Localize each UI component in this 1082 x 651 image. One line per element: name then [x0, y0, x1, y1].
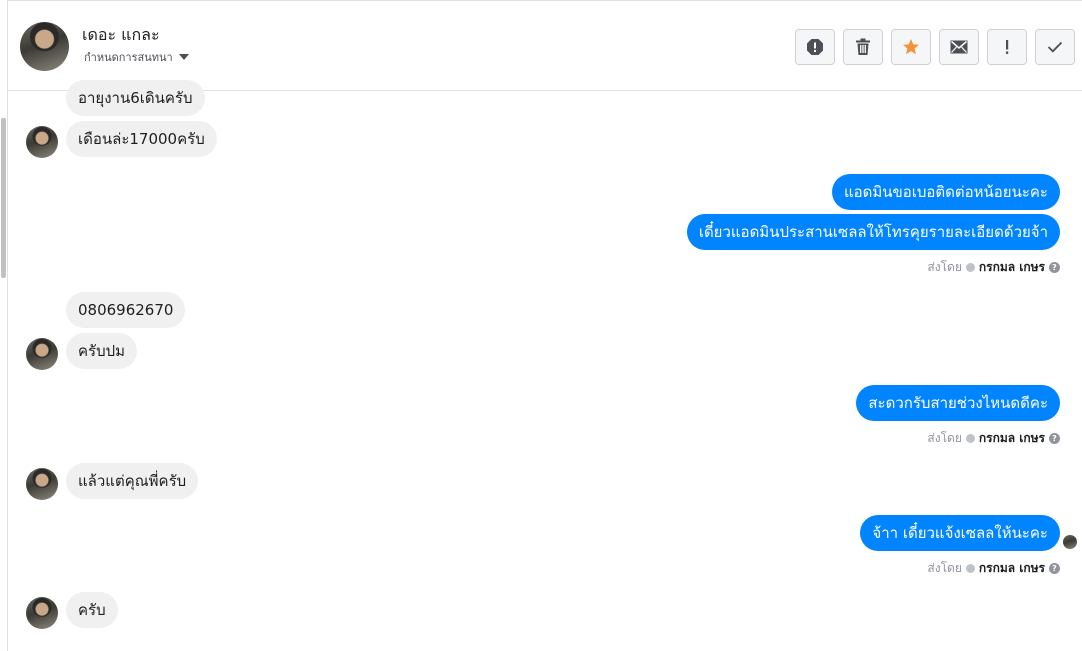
message-incoming[interactable]: เดือนล่ะ17000ครับ [66, 121, 217, 157]
help-icon[interactable]: ? [1049, 262, 1060, 273]
seen-receipt-avatar [1063, 535, 1077, 549]
message-outgoing[interactable]: สะดวกรับสายช่วงไหนดดีคะ [856, 385, 1060, 421]
sent-by-label: ส่งโดย กรกมล เกษร ? [927, 429, 1060, 448]
message-incoming[interactable]: ครับ [66, 592, 118, 628]
message-incoming[interactable]: แล้วแต่คุณพี่ครับ [66, 463, 199, 499]
message-outgoing[interactable]: จ้าา เดี๋ยวแจ้งเซลลให้นะคะ [860, 515, 1060, 551]
alert-octagon-icon [807, 39, 823, 55]
assign-conversation-dropdown[interactable]: กำหนดการสนทนา [84, 48, 189, 66]
agent-status-icon [965, 564, 975, 573]
agent-name[interactable]: กรกมล เกษร [979, 429, 1045, 448]
sent-by-prefix: ส่งโดย [927, 260, 962, 274]
delete-button[interactable] [843, 29, 883, 65]
sent-by-prefix: ส่งโดย [927, 431, 962, 445]
star-button[interactable] [891, 29, 931, 65]
sent-by-prefix: ส่งโดย [927, 561, 962, 575]
agent-status-icon [965, 434, 975, 443]
contact-avatar-small[interactable] [26, 468, 58, 500]
scrollbar-thumb[interactable] [1, 118, 6, 278]
help-icon[interactable]: ? [1049, 433, 1060, 444]
message-incoming[interactable]: อายุงาน6เดินครับ [66, 80, 205, 116]
sent-by-label: ส่งโดย กรกมล เกษร ? [927, 258, 1060, 277]
contact-avatar[interactable] [20, 22, 69, 71]
check-icon [1047, 41, 1063, 53]
message-outgoing[interactable]: เดี๋ยวแอดมินประสานเซลลให้โทรคุยรายละเอีย… [686, 214, 1060, 250]
contact-name[interactable]: เดอะ แกละ [82, 23, 160, 48]
left-scrollbar[interactable] [0, 0, 8, 651]
follow-up-button[interactable] [987, 29, 1027, 65]
envelope-icon [950, 40, 968, 54]
agent-name[interactable]: กรกมล เกษร [979, 559, 1045, 578]
caret-down-icon [178, 54, 189, 60]
help-icon[interactable]: ? [1049, 563, 1060, 574]
agent-name[interactable]: กรกมล เกษร [979, 258, 1045, 277]
contact-avatar-small[interactable] [26, 338, 58, 370]
contact-avatar-small[interactable] [26, 126, 58, 158]
star-icon [903, 39, 919, 55]
message-incoming[interactable]: 0806962670 [66, 292, 186, 328]
mark-unread-button[interactable] [939, 29, 979, 65]
contact-avatar-small[interactable] [26, 597, 58, 629]
report-spam-button[interactable] [795, 29, 835, 65]
exclamation-icon [1006, 40, 1009, 54]
sent-by-label: ส่งโดย กรกมล เกษร ? [927, 559, 1060, 578]
conversation-header: เดอะ แกละ กำหนดการสนทนา [8, 0, 1082, 91]
assign-label: กำหนดการสนทนา [84, 51, 173, 64]
trash-icon [856, 38, 870, 55]
message-incoming[interactable]: ครับปม [66, 333, 138, 369]
mark-done-button[interactable] [1035, 29, 1075, 65]
agent-status-icon [965, 263, 975, 272]
message-outgoing[interactable]: แอดมินขอเบอติดต่อหน้อยนะคะ [831, 174, 1060, 210]
